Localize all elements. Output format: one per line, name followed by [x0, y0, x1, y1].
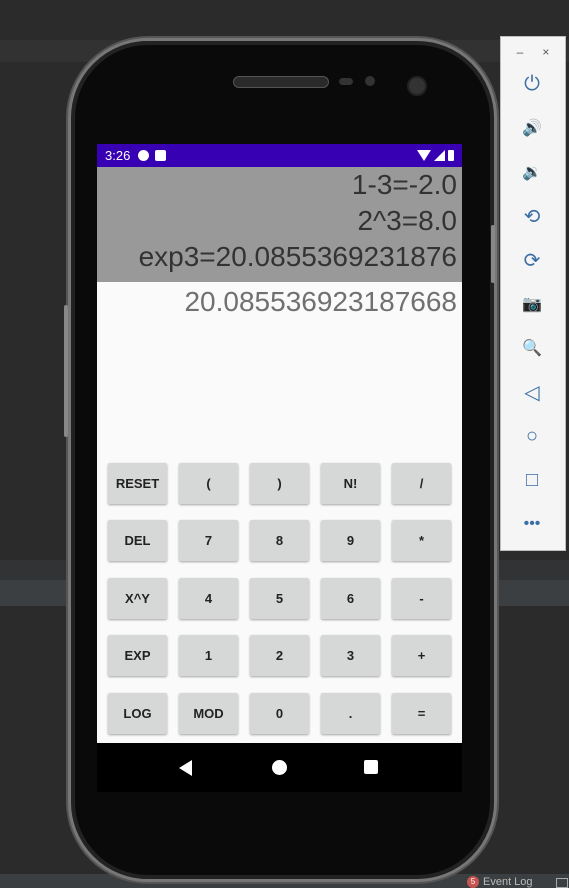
status-time: 3:26: [105, 148, 131, 163]
volume-up-icon[interactable]: 🔊: [517, 113, 547, 143]
volume-down-icon[interactable]: 🔉: [517, 157, 547, 187]
android-nav-bar: [97, 743, 462, 792]
zoom-icon[interactable]: 🔍: [517, 333, 547, 363]
digit-0-button[interactable]: 0: [250, 693, 309, 734]
event-log-button[interactable]: 5 Event Log: [467, 876, 533, 888]
back-icon[interactable]: ◁: [517, 377, 547, 407]
divide-button[interactable]: /: [392, 463, 451, 504]
emulator-toolbar: – × ⏻ 🔊 🔉 ⟲ ⟳ 📷 🔍 ◁ ○ □ •••: [500, 36, 566, 551]
rotate-right-icon[interactable]: ⟳: [517, 245, 547, 275]
digit-3-button[interactable]: 3: [321, 635, 380, 676]
digit-1-button[interactable]: 1: [179, 635, 238, 676]
calculation-history: 1-3=-2.0 2^3=8.0 exp3=20.0855369231876: [97, 167, 462, 282]
digit-7-button[interactable]: 7: [179, 520, 238, 561]
power-button[interactable]: X^Y: [108, 578, 167, 619]
history-line: 1-3=-2.0: [351, 169, 457, 200]
decimal-button[interactable]: .: [321, 693, 380, 734]
layout-icon[interactable]: [556, 878, 568, 888]
reset-button[interactable]: RESET: [108, 463, 167, 504]
notification-icon: [138, 150, 150, 161]
front-camera: [407, 76, 427, 96]
android-status-bar: 3:26: [97, 144, 462, 167]
screenshot-icon[interactable]: 📷: [517, 289, 547, 319]
open-paren-button[interactable]: (: [179, 463, 238, 504]
event-log-count: 5: [467, 876, 479, 888]
recents-icon[interactable]: [364, 760, 378, 774]
delete-button[interactable]: DEL: [108, 520, 167, 561]
result-display: 20.085536923187668: [184, 286, 457, 317]
earpiece-speaker: [233, 76, 329, 88]
event-log-label: Event Log: [483, 876, 533, 888]
proximity-sensor: [339, 78, 353, 85]
exp-button[interactable]: EXP: [108, 635, 167, 676]
digit-5-button[interactable]: 5: [250, 578, 309, 619]
sd-card-icon: [155, 150, 167, 161]
history-line: exp3=20.0855369231876: [138, 241, 457, 272]
power-icon[interactable]: ⏻: [517, 69, 547, 99]
equals-button[interactable]: =: [392, 693, 451, 734]
log-button[interactable]: LOG: [108, 693, 167, 734]
digit-9-button[interactable]: 9: [321, 520, 380, 561]
battery-icon: [448, 150, 454, 161]
multiply-button[interactable]: *: [392, 520, 451, 561]
rotate-left-icon[interactable]: ⟲: [517, 201, 547, 231]
light-sensor: [365, 76, 375, 86]
wifi-icon: [417, 150, 431, 161]
emulator-window-controls: – ×: [501, 37, 565, 65]
minimize-icon[interactable]: –: [517, 45, 524, 59]
add-button[interactable]: +: [392, 635, 451, 676]
phone-side-button-left: [64, 305, 68, 437]
mod-button[interactable]: MOD: [179, 693, 238, 734]
overview-icon[interactable]: □: [517, 465, 547, 495]
device-screen: 3:26 1-3=-2.0 2^3=8.0 exp3=20.0855369231…: [97, 144, 462, 792]
digit-6-button[interactable]: 6: [321, 578, 380, 619]
more-icon[interactable]: •••: [517, 509, 547, 539]
history-line: 2^3=8.0: [357, 205, 457, 236]
phone-side-button-right: [491, 225, 495, 283]
digit-2-button[interactable]: 2: [250, 635, 309, 676]
back-icon[interactable]: [179, 760, 192, 776]
subtract-button[interactable]: -: [392, 578, 451, 619]
home-icon[interactable]: [272, 760, 287, 775]
home-icon[interactable]: ○: [517, 421, 547, 451]
close-icon[interactable]: ×: [542, 45, 549, 59]
signal-icon: [434, 150, 445, 161]
digit-8-button[interactable]: 8: [250, 520, 309, 561]
digit-4-button[interactable]: 4: [179, 578, 238, 619]
close-paren-button[interactable]: ): [250, 463, 309, 504]
factorial-button[interactable]: N!: [321, 463, 380, 504]
